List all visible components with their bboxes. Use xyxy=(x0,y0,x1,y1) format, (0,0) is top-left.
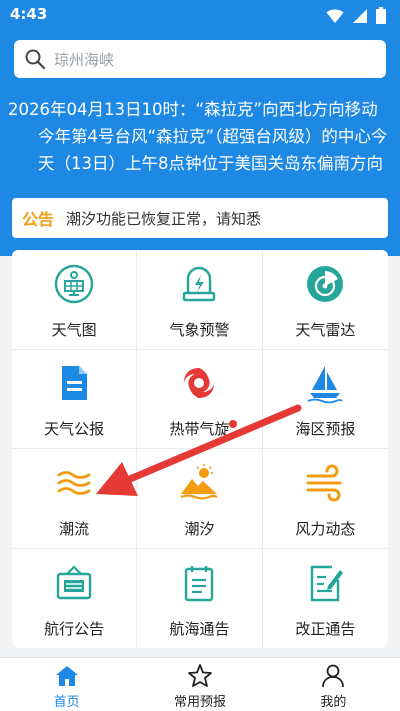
nav-home[interactable]: 首页 xyxy=(0,658,133,711)
grid-item-label: 潮流 xyxy=(59,519,90,538)
correction-notice-icon xyxy=(311,565,344,601)
bottom-navigation: 首页 常用预报 我的 xyxy=(0,657,400,711)
tropical-cyclone-icon xyxy=(184,368,215,399)
tide-icon xyxy=(181,463,218,500)
navigation-notice-icon xyxy=(56,565,92,599)
grid-item-tropical-cyclone[interactable]: 热带气旋 xyxy=(137,349,263,449)
status-icons xyxy=(326,7,386,24)
grid-item-nautical-notice[interactable]: 航海通告 xyxy=(137,548,263,648)
grid-item-weather-radar[interactable]: 天气雷达 xyxy=(262,250,388,350)
notice-bar[interactable]: 公告 潮汐功能已恢复正常，请知悉 xyxy=(12,198,388,238)
grid-item-weather-map[interactable]: 天气图 xyxy=(12,250,138,350)
news-headline: 2026年04月13日10时：“森拉克”向西北方向移动 xyxy=(8,100,378,119)
grid-item-label: 气象预警 xyxy=(169,320,230,339)
news-body: 今年第4号台风“森拉克”（超强台风级）的中心今天（13日）上午8点钟位于美国关岛… xyxy=(38,127,388,173)
status-time: 4:43 xyxy=(10,5,48,23)
wind-dynamics-icon xyxy=(306,464,342,502)
grid-item-correction-notice[interactable]: 改正通告 xyxy=(263,549,388,649)
search-placeholder: 琼州海峡 xyxy=(54,50,115,69)
grid-item-label: 航海通告 xyxy=(169,619,230,638)
grid-item-tide[interactable]: 潮汐 xyxy=(137,449,263,549)
tidal-current-icon xyxy=(57,470,91,495)
new-badge-dot xyxy=(229,419,238,428)
star-icon xyxy=(188,664,212,687)
grid-item-wind-dynamics[interactable]: 风力动态 xyxy=(262,449,388,549)
grid-item-weather-warning[interactable]: 气象预警 xyxy=(137,250,263,350)
grid-item-label: 热带气旋 xyxy=(169,420,230,439)
signal-icon xyxy=(353,8,367,23)
nav-mine[interactable]: 我的 xyxy=(267,658,400,711)
grid-item-label: 改正通告 xyxy=(295,619,356,638)
grid-item-label: 航行公告 xyxy=(44,619,105,638)
wifi-icon xyxy=(326,8,344,23)
grid-item-label: 天气公报 xyxy=(44,420,105,439)
grid-item-sea-area-forecast[interactable]: 海区预报 xyxy=(262,350,388,449)
user-icon xyxy=(322,664,345,688)
notice-label: 公告 xyxy=(22,210,55,229)
nautical-notice-icon xyxy=(185,565,214,601)
nav-label: 常用预报 xyxy=(173,695,226,710)
grid-item-label: 天气雷达 xyxy=(295,320,356,339)
grid-item-navigation-notice[interactable]: 航行公告 xyxy=(12,548,138,648)
weather-map-icon xyxy=(54,264,94,303)
grid-item-label: 天气图 xyxy=(51,320,97,339)
nav-label: 我的 xyxy=(320,695,347,710)
weather-radar-icon xyxy=(307,265,344,302)
grid-item-label: 海区预报 xyxy=(295,420,356,439)
nav-label: 首页 xyxy=(53,695,80,710)
sea-area-forecast-icon xyxy=(307,366,343,404)
feature-grid: 天气图 气象预警 天气雷达 天气公报 热带气旋 海区预报 潮流 潮汐 风力动态 … xyxy=(12,250,388,648)
battery-icon xyxy=(376,7,386,24)
nav-common-forecast[interactable]: 常用预报 xyxy=(133,658,266,711)
notice-text: 潮汐功能已恢复正常，请知悉 xyxy=(66,209,262,228)
grid-item-tidal-current[interactable]: 潮流 xyxy=(12,449,138,549)
home-icon xyxy=(55,666,78,686)
news-ticker[interactable]: 2026年04月13日10时：“森拉克”向西北方向移动 今年第4号台风“森拉克”… xyxy=(0,96,400,186)
grid-item-label: 潮汐 xyxy=(184,519,215,538)
grid-item-weather-bulletin[interactable]: 天气公报 xyxy=(12,349,138,449)
status-bar: 4:43 xyxy=(0,0,400,30)
weather-warning-icon xyxy=(183,266,216,301)
search-icon xyxy=(25,49,46,70)
weather-bulletin-icon xyxy=(62,366,88,401)
search-input[interactable]: 琼州海峡 xyxy=(14,40,386,78)
grid-item-label: 风力动态 xyxy=(295,519,356,538)
